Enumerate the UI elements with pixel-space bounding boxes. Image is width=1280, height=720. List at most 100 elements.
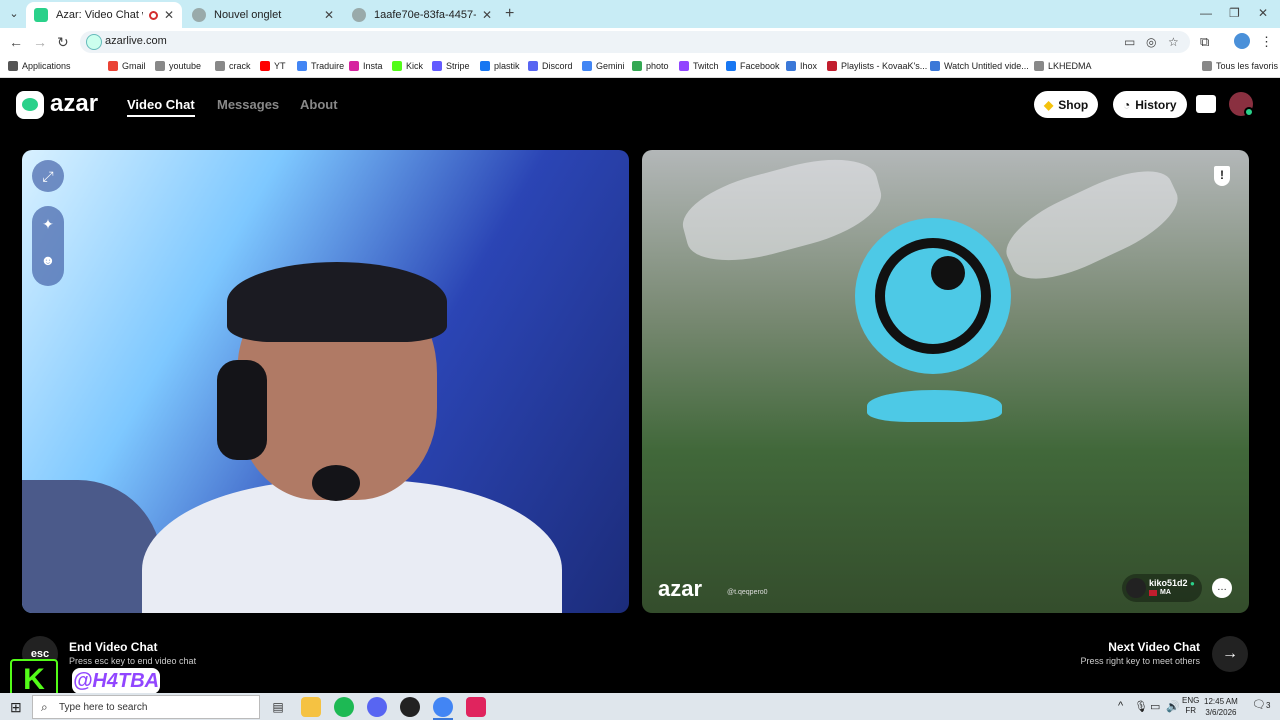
taskbar-search[interactable]: ⌕ Type here to search — [32, 695, 260, 719]
minimize-icon[interactable]: — — [1200, 6, 1212, 20]
menu-icon[interactable]: ⋮ — [1260, 34, 1273, 50]
nav-about[interactable]: About — [300, 97, 338, 112]
back-icon[interactable]: ← — [9, 34, 23, 50]
bookmark-item[interactable]: Twitch — [679, 61, 719, 71]
chat-bubble-icon[interactable]: … — [1212, 578, 1232, 598]
obs-icon[interactable] — [400, 697, 420, 717]
bookmark-icon — [108, 61, 118, 71]
network-icon[interactable]: ▭ — [1150, 700, 1160, 713]
reload-icon[interactable]: ↻ — [57, 34, 69, 51]
bookmark-icon — [786, 61, 796, 71]
bookmark-label: youtube — [169, 61, 202, 71]
windows-taskbar: ⊞ ⌕ Type here to search ▤ ^ 🎙 ▭ 🔊 ENG FR… — [0, 693, 1280, 720]
self-toolbar: ✦ ☻ — [32, 206, 64, 286]
bookmark-label: YT — [274, 61, 286, 71]
headset — [217, 360, 267, 460]
profile-icon[interactable] — [1234, 33, 1250, 49]
bookmark-item[interactable]: Ihox — [786, 61, 817, 71]
expand-icon[interactable]: ⤢ — [32, 160, 64, 192]
streamer-handle: @H4TBA — [72, 668, 160, 694]
discord-icon[interactable] — [367, 697, 387, 717]
close-tab-icon[interactable]: ✕ — [164, 8, 174, 22]
shop-button[interactable]: ◆ Shop — [1034, 91, 1099, 118]
next-chat-button[interactable]: → — [1212, 636, 1248, 672]
bookmark-item[interactable]: Gemini — [582, 61, 625, 71]
notif-count: 3 — [1265, 701, 1271, 710]
bookmark-label: Facebook — [740, 61, 780, 71]
new-tab-icon[interactable]: + — [505, 5, 514, 23]
omnibox[interactable]: azarlive.com ▭ ◎ ☆ — [80, 31, 1190, 53]
eye-off-icon[interactable]: ◎ — [1146, 35, 1156, 49]
nav-messages[interactable]: Messages — [217, 97, 279, 112]
bookmarks-bar: Applications Gmail youtube crack YT Traduire I… — [0, 56, 1280, 78]
magic-wand-icon[interactable]: ✦ — [32, 206, 64, 242]
bookmark-item[interactable]: Facebook — [726, 61, 780, 71]
bookmark-item[interactable]: Discord — [528, 61, 573, 71]
bookmark-label: Discord — [542, 61, 573, 71]
bookmark-item[interactable]: Gmail — [108, 61, 146, 71]
face-filter-icon[interactable]: ☻ — [32, 242, 64, 278]
inbox-icon[interactable] — [1196, 95, 1216, 113]
tab-uuid[interactable]: 1aafe70e-83fa-4457-b3b6-252 ✕ — [344, 2, 500, 28]
bookmark-label: Insta — [363, 61, 383, 71]
bookmark-item[interactable]: Stripe — [432, 61, 470, 71]
volume-icon[interactable]: 🔊 — [1166, 700, 1180, 713]
forward-icon[interactable]: → — [33, 34, 47, 50]
task-view-icon[interactable]: ▤ — [268, 697, 288, 717]
verified-icon: ● — [1190, 579, 1195, 588]
bookmark-item[interactable]: LKHEDMA — [1034, 61, 1092, 71]
clock[interactable]: 12:45 AM 3/6/2026 — [1204, 696, 1238, 718]
site-info-icon[interactable] — [86, 34, 102, 50]
chrome-icon[interactable] — [433, 697, 453, 717]
remote-user-chip[interactable]: kiko51d2 ● MA — [1122, 574, 1202, 602]
tab-new-tab[interactable]: Nouvel onglet ✕ — [184, 2, 342, 28]
app-icon[interactable] — [466, 697, 486, 717]
close-tab-icon[interactable]: ✕ — [482, 8, 492, 22]
file-explorer-icon[interactable] — [301, 697, 321, 717]
bookmark-item[interactable]: plastik — [480, 61, 520, 71]
azar-logo-icon[interactable] — [16, 91, 44, 119]
bookmark-star-icon[interactable]: ☆ — [1168, 35, 1179, 49]
bookmark-icon — [480, 61, 490, 71]
remote-avatar — [1126, 578, 1146, 598]
bookmark-item[interactable]: Kick — [392, 61, 423, 71]
report-icon[interactable]: ! — [1214, 166, 1230, 186]
spotify-icon[interactable] — [334, 697, 354, 717]
extensions-icon[interactable]: ⧉ — [1200, 34, 1209, 50]
chevron-up-icon[interactable]: ^ — [1118, 700, 1123, 712]
restore-icon[interactable]: ❐ — [1229, 6, 1240, 20]
bookmark-item[interactable]: Applications — [8, 61, 71, 71]
bookmark-item[interactable]: Traduire — [297, 61, 344, 71]
shop-label: Shop — [1058, 97, 1089, 112]
close-window-icon[interactable]: ✕ — [1258, 6, 1268, 20]
bookmark-label: Kick — [406, 61, 424, 71]
tab-search-icon[interactable]: ⌄ — [6, 6, 22, 22]
snow-patch — [675, 150, 889, 275]
language-indicator[interactable]: ENG FR — [1182, 696, 1199, 716]
url-text[interactable]: azarlive.com — [105, 35, 167, 47]
bookmark-item[interactable]: YT — [260, 61, 286, 71]
bookmark-item[interactable]: Tous les favoris — [1202, 61, 1278, 71]
end-chat-hint: Press esc key to end video chat — [69, 656, 197, 666]
close-tab-icon[interactable]: ✕ — [324, 8, 334, 22]
notifications-icon[interactable]: 🗨3 — [1252, 698, 1270, 711]
bookmark-label: LKHEDMA — [1048, 61, 1092, 71]
clock-date: 3/6/2026 — [1205, 708, 1237, 717]
history-button[interactable]: ◔ History — [1113, 91, 1187, 118]
self-video: ⤢ ✦ ☻ — [22, 150, 629, 613]
bookmark-item[interactable]: crack — [215, 61, 251, 71]
windows-start-icon[interactable]: ⊞ — [10, 699, 22, 716]
tab-azar[interactable]: Azar: Video Chat with New ✕ — [26, 2, 182, 28]
azar-logo-text[interactable]: azar — [50, 90, 98, 118]
bookmark-item[interactable]: Insta — [349, 61, 383, 71]
bookmark-item[interactable]: photo — [632, 61, 669, 71]
lang-secondary: FR — [1185, 706, 1196, 715]
bookmark-label: Tous les favoris — [1216, 61, 1279, 71]
bookmark-item[interactable]: youtube — [155, 61, 201, 71]
bookmark-item[interactable]: Playlists - KovaaK's... — [827, 61, 927, 71]
bookmark-label: crack — [229, 61, 251, 71]
bookmark-item[interactable]: Watch Untitled vide... — [930, 61, 1029, 71]
nav-video-chat[interactable]: Video Chat — [127, 97, 195, 117]
microphone-icon[interactable]: 🎙 — [1134, 700, 1148, 713]
cast-icon[interactable]: ▭ — [1124, 35, 1135, 49]
